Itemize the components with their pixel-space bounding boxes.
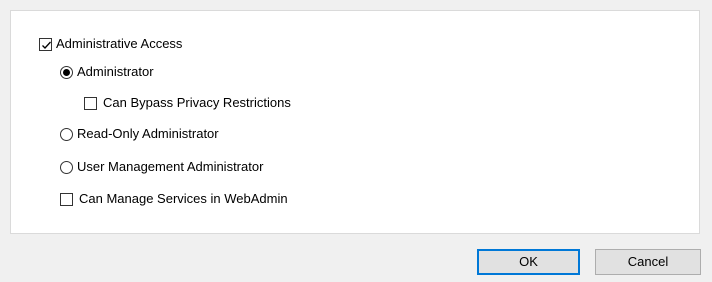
read-only-admin-option[interactable]: Read-Only Administrator <box>60 124 219 144</box>
bypass-privacy-checkbox[interactable] <box>84 96 97 110</box>
manage-services-option[interactable]: Can Manage Services in WebAdmin <box>60 189 288 209</box>
admin-access-checkbox[interactable] <box>39 37 52 51</box>
read-only-admin-label: Read-Only Administrator <box>77 126 219 141</box>
admin-access-option[interactable]: Administrative Access <box>39 34 182 54</box>
bypass-privacy-label: Can Bypass Privacy Restrictions <box>103 95 291 110</box>
manage-services-checkbox[interactable] <box>60 192 73 206</box>
read-only-admin-radio[interactable] <box>60 127 73 141</box>
administrator-option[interactable]: Administrator <box>60 62 154 82</box>
checkmark-icon <box>42 41 51 49</box>
administrator-radio[interactable] <box>60 65 73 79</box>
manage-services-label: Can Manage Services in WebAdmin <box>79 191 288 206</box>
user-mgmt-admin-label: User Management Administrator <box>77 159 264 174</box>
cancel-button[interactable]: Cancel <box>595 249 701 275</box>
admin-access-label: Administrative Access <box>56 36 183 51</box>
bypass-privacy-option[interactable]: Can Bypass Privacy Restrictions <box>84 93 291 113</box>
user-mgmt-admin-radio[interactable] <box>60 160 73 174</box>
user-mgmt-admin-option[interactable]: User Management Administrator <box>60 157 263 177</box>
ok-button[interactable]: OK <box>477 249 580 275</box>
administrator-label: Administrator <box>77 64 154 79</box>
radio-selected-dot-icon <box>63 68 70 76</box>
